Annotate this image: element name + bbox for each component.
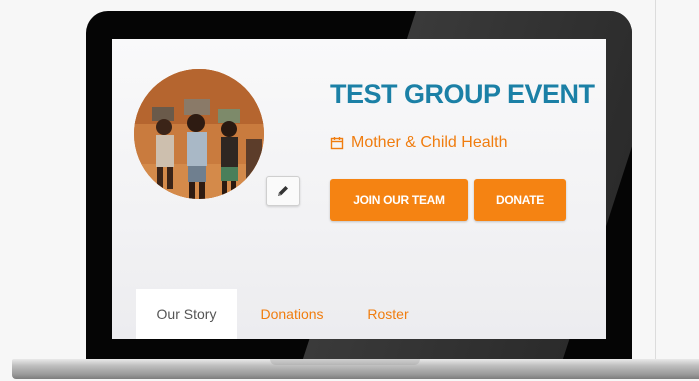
cause-link[interactable]: Mother & Child Health xyxy=(330,134,508,152)
event-title: TEST GROUP EVENT xyxy=(330,79,595,109)
event-avatar[interactable] xyxy=(134,69,264,199)
cause-label: Mother & Child Health xyxy=(351,134,508,151)
pencil-icon xyxy=(278,186,288,196)
page-divider xyxy=(655,0,656,360)
donate-button[interactable]: DONATE xyxy=(474,179,566,221)
tab-our-story[interactable]: Our Story xyxy=(136,289,237,339)
tab-donations[interactable]: Donations xyxy=(252,289,332,339)
edit-avatar-button[interactable] xyxy=(266,176,300,206)
laptop-base-notch xyxy=(270,359,420,365)
calendar-icon xyxy=(330,137,344,150)
avatar-photo xyxy=(134,69,264,199)
laptop-bezel: TEST GROUP EVENT Mother & Child Health J… xyxy=(86,11,632,361)
tab-roster[interactable]: Roster xyxy=(352,289,424,339)
laptop-screen: TEST GROUP EVENT Mother & Child Health J… xyxy=(112,39,606,339)
join-team-button[interactable]: JOIN OUR TEAM xyxy=(330,179,468,221)
